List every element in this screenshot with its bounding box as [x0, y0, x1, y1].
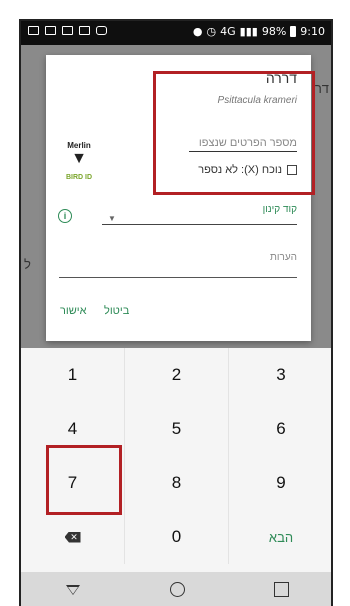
species-name: דררה [265, 70, 297, 86]
back-button[interactable] [61, 578, 85, 602]
key-9[interactable]: 9 [229, 456, 331, 510]
key-8[interactable]: 8 [125, 456, 229, 510]
logo-word: Merlin [67, 141, 91, 150]
image-icon [62, 26, 73, 35]
alarm-icon: ◷ [206, 25, 217, 38]
count-dialog: דררה Psittacula krameri נוכח (X): לא נספ… [46, 55, 311, 341]
nest-code-label: קוד קינון [262, 204, 297, 215]
background-text-fragment: ל [24, 257, 31, 272]
battery-icon [290, 26, 297, 37]
location-icon: ● [192, 25, 203, 38]
key-0[interactable]: 0 [125, 510, 229, 564]
present-option[interactable]: נוכח (X): לא נספר [198, 164, 297, 176]
key-6[interactable]: 6 [229, 402, 331, 456]
count-input[interactable] [189, 135, 297, 152]
battery-percent: 98% [261, 25, 287, 38]
info-icon[interactable]: i [58, 209, 72, 223]
present-label: נוכח (X): לא נספר [198, 164, 282, 176]
status-bar: ● ◷ 4G ▮▮▮ 98% 9:10 [21, 21, 331, 45]
notification-icons [28, 26, 107, 35]
key-1[interactable]: 1 [21, 348, 125, 402]
backspace-key[interactable]: ✕ [21, 510, 125, 564]
status-icons: ● ◷ 4G ▮▮▮ 98% 9:10 [193, 25, 325, 38]
bird-icon: ▼ [71, 150, 87, 167]
merlin-logo: Merlin ▼ BIRD ID [56, 130, 102, 188]
background-title-fragment: דר [314, 81, 329, 96]
instagram-icon [96, 26, 107, 35]
next-key[interactable]: הבא [229, 510, 331, 564]
recents-icon [273, 582, 289, 597]
ok-button[interactable]: אישור [60, 305, 87, 317]
recents-button[interactable] [269, 578, 293, 602]
home-button[interactable] [165, 578, 189, 602]
key-4[interactable]: 4 [21, 402, 125, 456]
dropdown-arrow-icon[interactable]: ▼ [108, 214, 116, 223]
chat-icon [45, 26, 56, 35]
signal-icon: ▮▮▮ [239, 25, 258, 38]
numeric-keypad: 1 2 3 4 5 6 7 8 9 ✕ 0 הבא [21, 348, 331, 572]
network-type: 4G [220, 25, 236, 38]
home-icon [169, 582, 185, 597]
back-icon [66, 585, 80, 595]
key-7[interactable]: 7 [21, 456, 125, 510]
notes-field[interactable]: הערות [270, 252, 297, 263]
logo-subtitle: BIRD ID [65, 174, 93, 181]
backspace-icon: ✕ [64, 531, 81, 543]
key-5[interactable]: 5 [125, 402, 229, 456]
scientific-name: Psittacula krameri [217, 95, 297, 106]
nest-code-dropdown[interactable] [102, 224, 297, 225]
gallery-icon [79, 26, 90, 35]
mail-icon [28, 26, 39, 35]
navigation-bar [21, 572, 331, 606]
present-checkbox[interactable] [287, 165, 297, 175]
notes-underline [59, 277, 297, 278]
clock: 9:10 [300, 25, 325, 38]
key-2[interactable]: 2 [125, 348, 229, 402]
key-3[interactable]: 3 [229, 348, 331, 402]
cancel-button[interactable]: ביטול [104, 305, 129, 317]
phone-screen: ● ◷ 4G ▮▮▮ 98% 9:10 ל דר דררה Psittacula… [19, 19, 333, 606]
